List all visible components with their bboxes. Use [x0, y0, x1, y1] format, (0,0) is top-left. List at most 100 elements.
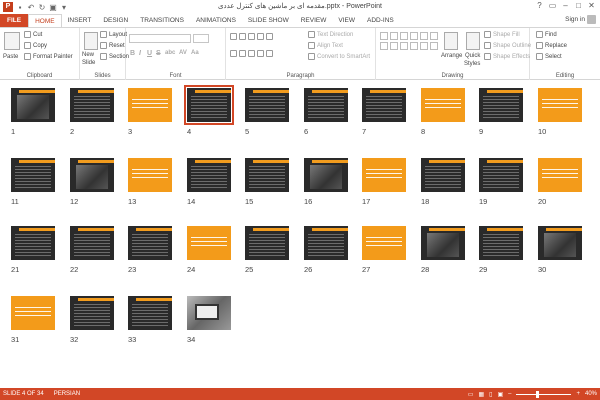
slide-preview[interactable]	[362, 88, 406, 122]
slide-thumbnail[interactable]: 15	[245, 158, 289, 206]
arrange-button[interactable]: Arrange	[441, 53, 462, 59]
slide-preview[interactable]	[304, 88, 348, 122]
slide-thumbnail[interactable]: 24	[187, 226, 231, 274]
slide-thumbnail[interactable]: 2	[70, 88, 114, 136]
maximize-button[interactable]: □	[572, 0, 585, 12]
slide-preview[interactable]	[128, 226, 172, 260]
slide-thumbnail[interactable]: 29	[479, 226, 523, 274]
minimize-button[interactable]: –	[559, 0, 572, 12]
shape-fill-button[interactable]: Shape Fill	[484, 31, 520, 38]
slide-thumbnail[interactable]: 1	[11, 88, 55, 136]
slide-thumbnail[interactable]: 12	[70, 158, 114, 206]
paste-icon[interactable]	[4, 32, 20, 50]
slide-preview[interactable]	[245, 226, 289, 260]
slide-preview[interactable]	[421, 158, 465, 192]
section-button[interactable]: Section	[100, 53, 129, 60]
tab-design[interactable]: DESIGN	[97, 14, 134, 27]
slide-preview[interactable]	[70, 88, 114, 122]
slide-preview[interactable]	[421, 88, 465, 122]
zoom-level[interactable]: 40%	[585, 391, 597, 397]
tab-add-ins[interactable]: ADD-INS	[361, 14, 400, 27]
replace-button[interactable]: Replace	[536, 42, 567, 49]
quick-styles-icon[interactable]	[466, 32, 480, 50]
slide-preview[interactable]	[128, 296, 172, 330]
strikethrough-button[interactable]: S	[156, 50, 161, 57]
slide-preview[interactable]	[538, 158, 582, 192]
slide-thumbnail[interactable]: 6	[304, 88, 348, 136]
sign-in[interactable]: Sign in	[565, 15, 596, 24]
shape-more-icon[interactable]	[430, 32, 438, 40]
reset-button[interactable]: Reset	[100, 42, 125, 49]
shape-arrow-icon[interactable]	[390, 32, 398, 40]
shape-line-icon[interactable]	[380, 32, 388, 40]
slide-thumbnail[interactable]: 30	[538, 226, 582, 274]
font-name-combo[interactable]	[129, 34, 191, 43]
ribbon-display-options-button[interactable]: ▭	[546, 0, 559, 12]
slide-thumbnail[interactable]: 7	[362, 88, 406, 136]
shape-triangle-icon[interactable]	[420, 32, 428, 40]
character-spacing-button[interactable]: AV	[179, 50, 187, 56]
slide-thumbnail[interactable]: 20	[538, 158, 582, 206]
slide-thumbnail[interactable]: 18	[421, 158, 465, 206]
change-case-button[interactable]: Aa	[191, 50, 199, 56]
slide-preview[interactable]	[245, 158, 289, 192]
bullets-button[interactable]	[230, 33, 273, 40]
slide-preview[interactable]	[538, 226, 582, 260]
tab-file[interactable]: FILE	[0, 14, 29, 27]
slide-thumbnail[interactable]: 19	[479, 158, 523, 206]
slide-thumbnail[interactable]: 34	[187, 296, 231, 344]
tab-view[interactable]: VIEW	[332, 14, 361, 27]
slide-preview[interactable]	[187, 296, 231, 330]
format-painter-button[interactable]: Format Painter	[24, 53, 73, 60]
slide-thumbnail[interactable]: 27	[362, 226, 406, 274]
slide-preview[interactable]	[304, 158, 348, 192]
close-button[interactable]: ✕	[585, 0, 598, 12]
zoom-slider-knob[interactable]	[536, 390, 540, 398]
slide-preview[interactable]	[11, 158, 55, 192]
quick-styles-line1[interactable]: Quick	[465, 53, 480, 59]
arrange-icon[interactable]	[444, 32, 458, 50]
slide-preview[interactable]	[70, 226, 114, 260]
slide-thumbnail[interactable]: 25	[245, 226, 289, 274]
avatar-icon[interactable]	[587, 15, 596, 24]
underline-button[interactable]: U	[147, 50, 152, 57]
slideshow-view-icon[interactable]: ▣	[497, 391, 503, 398]
shape-rectangle-icon[interactable]	[400, 32, 408, 40]
language-status[interactable]: PERSIAN	[54, 391, 80, 397]
tab-review[interactable]: REVIEW	[295, 14, 333, 27]
slide-thumbnail[interactable]: 17	[362, 158, 406, 206]
slide-thumbnail[interactable]: 32	[70, 296, 114, 344]
shape-outline-button[interactable]: Shape Outline	[484, 42, 531, 49]
slide-preview[interactable]	[304, 226, 348, 260]
save-icon[interactable]: ▪	[16, 3, 24, 12]
reading-view-icon[interactable]: ▯	[489, 391, 492, 398]
new-slide-button-line2[interactable]: Slide	[82, 60, 95, 66]
slide-preview[interactable]	[187, 226, 231, 260]
slide-preview[interactable]	[479, 226, 523, 260]
slide-thumbnail[interactable]: 28	[421, 226, 465, 274]
slide-thumbnail[interactable]: 22	[70, 226, 114, 274]
slide-thumbnail[interactable]: 33	[128, 296, 172, 344]
tab-animations[interactable]: ANIMATIONS	[190, 14, 242, 27]
slide-preview[interactable]	[362, 226, 406, 260]
copy-button[interactable]: Copy	[24, 42, 47, 49]
slide-preview[interactable]	[70, 158, 114, 192]
convert-smartart-button[interactable]: Convert to SmartArt	[308, 53, 370, 60]
slide-preview[interactable]	[128, 158, 172, 192]
new-slide-icon[interactable]	[84, 32, 98, 50]
shape-row2-4-icon[interactable]	[410, 42, 418, 50]
slide-preview[interactable]	[479, 88, 523, 122]
slide-thumbnail[interactable]: 16	[304, 158, 348, 206]
bold-button[interactable]: B	[130, 50, 135, 57]
slide-preview[interactable]	[11, 88, 55, 122]
slide-thumbnail[interactable]: 26	[304, 226, 348, 274]
shape-row2-1-icon[interactable]	[380, 42, 388, 50]
select-button[interactable]: Select	[536, 53, 562, 60]
normal-view-icon[interactable]: ▭	[468, 391, 474, 398]
slide-sorter-view-icon[interactable]: ▦	[478, 391, 484, 398]
slide-preview[interactable]	[11, 296, 55, 330]
slide-thumbnail[interactable]: 8	[421, 88, 465, 136]
align-text-button[interactable]: Align Text	[308, 42, 343, 49]
shape-effects-button[interactable]: Shape Effects	[484, 53, 530, 60]
slide-preview[interactable]	[11, 226, 55, 260]
